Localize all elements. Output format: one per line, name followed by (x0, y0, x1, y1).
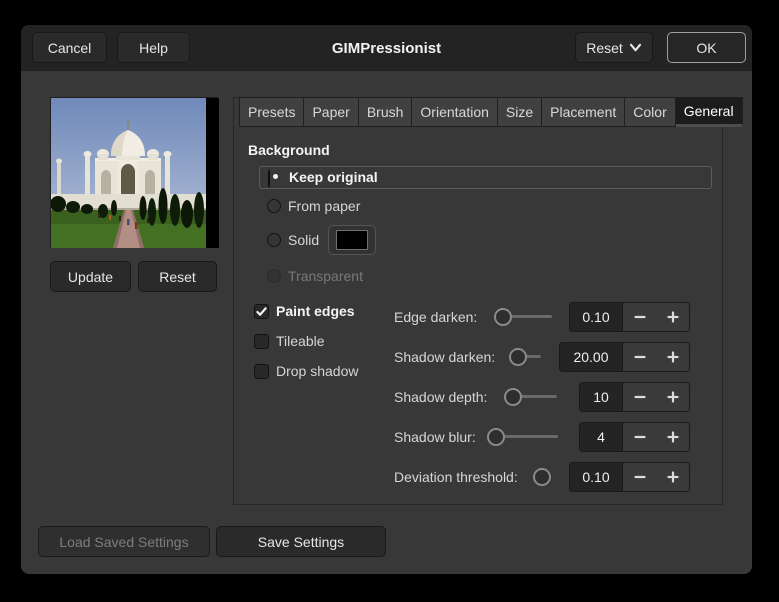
load-saved-settings-label: Load Saved Settings (59, 533, 189, 550)
shadow-blur-label: Shadow blur: (394, 429, 476, 445)
radio-solid-circle[interactable] (267, 233, 281, 247)
slider-row-shadow-blur: Shadow blur: 4 (234, 422, 724, 452)
shadow-darken-increment-button[interactable] (656, 342, 690, 372)
tab-bar: Presets Paper Brush Orientation Size Pla… (239, 97, 743, 127)
deviation-threshold-increment-button[interactable] (656, 462, 690, 492)
help-button[interactable]: Help (117, 32, 190, 63)
tab-placement[interactable]: Placement (542, 97, 626, 127)
radio-transparent-label: Transparent (288, 268, 363, 284)
solid-color-button[interactable] (328, 225, 376, 255)
load-saved-settings-button: Load Saved Settings (38, 526, 210, 557)
slider-row-edge-darken: Edge darken: 0.10 (234, 302, 724, 332)
radio-keep-original[interactable]: Keep original (259, 166, 712, 189)
radio-solid-label: Solid (288, 232, 320, 248)
shadow-depth-label: Shadow depth: (394, 389, 488, 405)
plus-icon (666, 471, 679, 483)
slider-row-shadow-depth: Shadow depth: 10 (234, 382, 724, 412)
tab-presets-label: Presets (248, 104, 296, 120)
settings-notebook: Presets Paper Brush Orientation Size Pla… (233, 97, 743, 505)
save-settings-button[interactable]: Save Settings (216, 526, 386, 557)
tab-brush-label: Brush (366, 104, 404, 120)
radio-keep-original-label: Keep original (289, 169, 378, 185)
help-button-label: Help (139, 39, 168, 56)
tab-color[interactable]: Color (625, 97, 676, 127)
radio-from-paper-label: From paper (288, 198, 361, 214)
slider-row-deviation-threshold: Deviation threshold: 0.10 (234, 462, 724, 492)
radio-from-paper-circle[interactable] (267, 199, 281, 213)
shadow-blur-increment-button[interactable] (656, 422, 690, 452)
shadow-depth-slider-knob[interactable] (504, 388, 522, 406)
tab-general-label: General (683, 103, 734, 119)
gimpressionist-dialog: GIMPressionist Cancel Help Reset OK Upda… (21, 25, 752, 574)
solid-color-swatch (336, 230, 368, 250)
edge-darken-slider-knob[interactable] (494, 308, 512, 326)
shadow-darken-label: Shadow darken: (394, 349, 496, 365)
update-preview-button[interactable]: Update (50, 261, 131, 292)
shadow-darken-value-field[interactable]: 20.00 (559, 342, 623, 372)
shadow-blur-decrement-button[interactable] (623, 422, 657, 452)
background-section-label: Background (248, 142, 330, 158)
plus-icon (666, 431, 679, 443)
ok-button-label: OK (696, 39, 717, 56)
tab-paper[interactable]: Paper (304, 97, 359, 127)
minus-icon (633, 435, 646, 439)
reset-dropdown-button[interactable]: Reset (575, 32, 653, 63)
tab-presets[interactable]: Presets (239, 97, 305, 127)
minus-icon (633, 475, 646, 479)
cancel-button[interactable]: Cancel (32, 32, 107, 63)
tab-size-label: Size (505, 104, 534, 120)
tab-paper-label: Paper (312, 104, 350, 120)
shadow-darken-decrement-button[interactable] (623, 342, 657, 372)
plus-icon (666, 351, 679, 363)
screen: GIMPressionist Cancel Help Reset OK Upda… (0, 0, 779, 602)
plus-icon (666, 311, 679, 323)
shadow-depth-increment-button[interactable] (656, 382, 690, 412)
minus-icon (633, 315, 646, 319)
tab-orientation-label: Orientation (420, 104, 489, 120)
tab-size[interactable]: Size (497, 97, 543, 127)
tab-orientation[interactable]: Orientation (412, 97, 498, 127)
radio-transparent-circle (267, 269, 281, 283)
minus-icon (633, 395, 646, 399)
shadow-depth-decrement-button[interactable] (623, 382, 657, 412)
ok-button[interactable]: OK (667, 32, 746, 63)
tab-brush[interactable]: Brush (358, 97, 413, 127)
taj-mahal-preview-picture (50, 98, 219, 248)
shadow-blur-slider-knob[interactable] (487, 428, 505, 446)
update-button-label: Update (67, 268, 114, 285)
preview-image (50, 97, 219, 248)
shadow-darken-slider-knob[interactable] (509, 348, 527, 366)
tab-color-label: Color (633, 104, 667, 120)
shadow-depth-value-field[interactable]: 10 (579, 382, 623, 412)
deviation-threshold-value-field[interactable]: 0.10 (569, 462, 623, 492)
cancel-button-label: Cancel (47, 39, 92, 56)
edge-darken-decrement-button[interactable] (623, 302, 657, 332)
dialog-header: GIMPressionist Cancel Help Reset OK (21, 25, 752, 71)
tab-general[interactable]: General (675, 97, 743, 127)
plus-icon (666, 391, 679, 403)
shadow-blur-value-field[interactable]: 4 (579, 422, 623, 452)
minus-icon (633, 355, 646, 359)
slider-row-shadow-darken: Shadow darken: 20.00 (234, 342, 724, 372)
reset-button-label: Reset (586, 39, 623, 56)
reset-preview-button-label: Reset (159, 268, 196, 285)
edge-darken-increment-button[interactable] (656, 302, 690, 332)
save-settings-label: Save Settings (257, 533, 345, 550)
edge-darken-label: Edge darken: (394, 309, 478, 325)
reset-preview-button[interactable]: Reset (138, 261, 217, 292)
deviation-threshold-decrement-button[interactable] (623, 462, 657, 492)
edge-darken-value-field[interactable]: 0.10 (569, 302, 623, 332)
radio-keep-original-circle[interactable] (268, 169, 270, 188)
deviation-threshold-slider-knob[interactable] (533, 468, 551, 486)
deviation-threshold-label: Deviation threshold: (394, 469, 518, 485)
chevron-down-icon (629, 43, 641, 52)
tab-placement-label: Placement (550, 104, 617, 120)
